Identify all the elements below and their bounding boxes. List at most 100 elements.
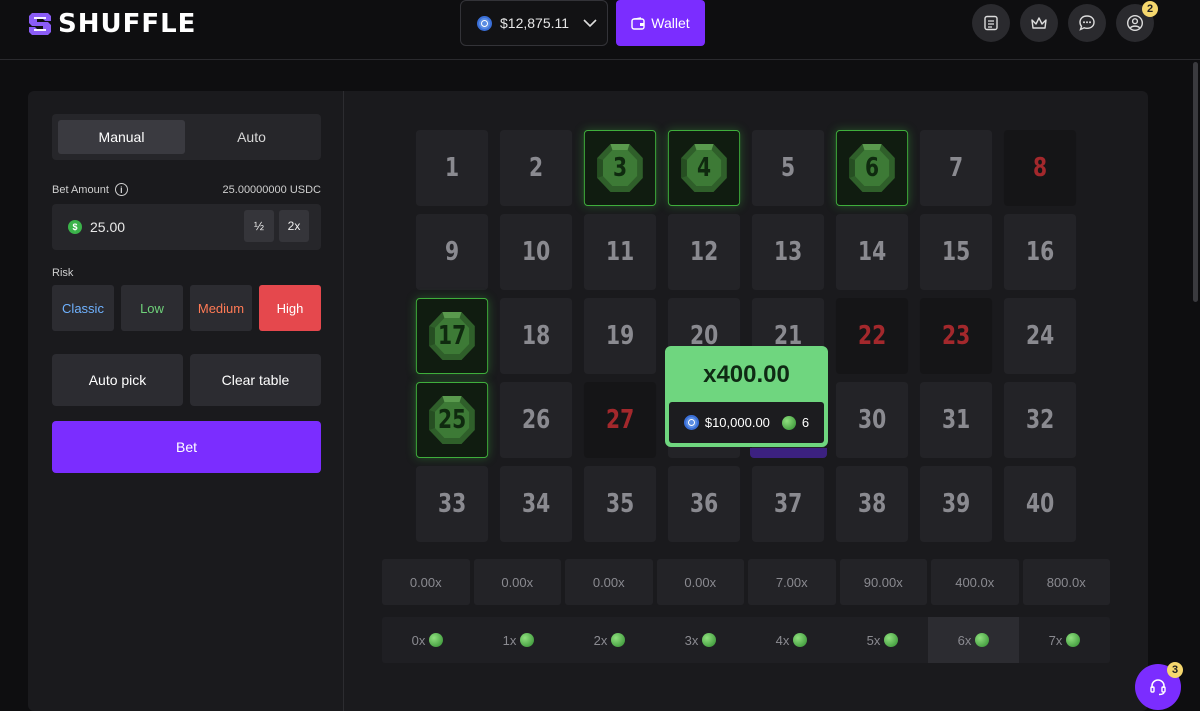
keno-tile[interactable]: 15 — [919, 214, 993, 290]
keno-tile[interactable]: 27 — [583, 382, 657, 458]
keno-tile[interactable]: 38 — [835, 466, 909, 542]
payout-cell: 800.0x — [1022, 559, 1110, 605]
auto-pick-button[interactable]: Auto pick — [52, 354, 183, 406]
user-icon — [1126, 14, 1144, 32]
tile-number: 16 — [1025, 237, 1055, 267]
clear-table-button[interactable]: Clear table — [190, 354, 321, 406]
gem-icon — [702, 633, 717, 647]
tile-number: 33 — [437, 489, 467, 519]
keno-tile[interactable]: 39 — [919, 466, 993, 542]
risk-low-button[interactable]: Low — [121, 285, 183, 331]
gem-icon — [975, 633, 990, 647]
payout-cell: 400.0x — [931, 559, 1019, 605]
keno-tile[interactable]: 2 — [499, 130, 573, 206]
tile-number: 38 — [857, 489, 887, 519]
keno-tile[interactable]: 37 — [751, 466, 825, 542]
gem-icon — [429, 633, 444, 647]
hits-cell: 2x — [564, 617, 655, 663]
keno-tile[interactable]: 25 — [415, 382, 489, 458]
half-bet-button[interactable]: ½ — [244, 210, 274, 242]
keno-tile[interactable]: 9 — [415, 214, 489, 290]
keno-tile[interactable]: 22 — [835, 298, 909, 374]
gem-icon — [520, 633, 535, 647]
risk-high-button[interactable]: High — [259, 285, 321, 331]
risk-classic-button[interactable]: Classic — [52, 285, 114, 331]
bet-slip-button[interactable] — [972, 4, 1010, 42]
keno-game-panel: Manual Auto Bet Amount i 25.00000000 USD… — [28, 91, 1148, 711]
tile-number: 17 — [437, 321, 467, 351]
wallet-icon — [631, 16, 645, 30]
keno-tile[interactable]: 26 — [499, 382, 573, 458]
hits-table: 0x 1x 2x 3x 4x 5x 6x 7x — [382, 617, 1110, 663]
keno-tile[interactable]: 36 — [667, 466, 741, 542]
keno-tile[interactable]: 35 — [583, 466, 657, 542]
tile-number: 19 — [605, 321, 635, 351]
hits-cell: 3x — [655, 617, 746, 663]
bet-amount-input[interactable]: $ 25.00 ½ 2x — [52, 204, 321, 250]
tile-number: 26 — [521, 405, 551, 435]
vip-button[interactable] — [1020, 4, 1058, 42]
keno-tile[interactable]: 5 — [751, 130, 825, 206]
gem-icon — [1066, 633, 1081, 647]
keno-tile[interactable]: 14 — [835, 214, 909, 290]
keno-tile[interactable]: 23 — [919, 298, 993, 374]
chevron-down-icon — [583, 18, 597, 27]
document-icon — [984, 15, 998, 31]
gem-icon — [781, 415, 796, 430]
usdc-icon — [683, 415, 699, 430]
keno-tile[interactable]: 16 — [1003, 214, 1077, 290]
keno-tile[interactable]: 34 — [499, 466, 573, 542]
keno-tile[interactable]: 13 — [751, 214, 825, 290]
hits-label: 3x — [684, 632, 699, 648]
keno-tile[interactable]: 32 — [1003, 382, 1077, 458]
keno-tile[interactable]: 10 — [499, 214, 573, 290]
tile-number: 7 — [948, 153, 964, 183]
tile-number: 3 — [612, 153, 628, 183]
keno-tile[interactable]: 1 — [415, 130, 489, 206]
bet-amount-value: 25.00 — [90, 219, 126, 235]
tile-number: 34 — [521, 489, 551, 519]
win-gem-count: 6 — [801, 415, 810, 430]
keno-tile[interactable]: 17 — [415, 298, 489, 374]
keno-tile[interactable]: 24 — [1003, 298, 1077, 374]
bet-button[interactable]: Bet — [52, 421, 321, 473]
keno-tile[interactable]: 33 — [415, 466, 489, 542]
profile-button[interactable]: 2 — [1116, 1, 1158, 42]
wallet-button[interactable]: Wallet — [616, 0, 705, 46]
keno-tile[interactable]: 11 — [583, 214, 657, 290]
logo[interactable]: SHUFFLE — [28, 9, 197, 39]
keno-tile[interactable]: 3 — [583, 130, 657, 206]
balance-selector[interactable]: $12,875.11 — [460, 0, 608, 46]
tab-manual[interactable]: Manual — [58, 120, 185, 154]
keno-tile[interactable]: 19 — [583, 298, 657, 374]
support-button[interactable]: 3 — [1135, 662, 1183, 710]
keno-tile[interactable]: 30 — [835, 382, 909, 458]
tile-number: 32 — [1025, 405, 1055, 435]
chat-bubble-icon — [1079, 15, 1095, 31]
bet-amount-header: Bet Amount i 25.00000000 USDC — [52, 183, 321, 196]
usdc-icon — [477, 15, 492, 31]
keno-tile[interactable]: 12 — [667, 214, 741, 290]
tile-number: 36 — [689, 489, 719, 519]
keno-tile[interactable]: 31 — [919, 382, 993, 458]
keno-tile[interactable]: 6 — [835, 130, 909, 206]
crown-icon — [1031, 17, 1047, 29]
keno-tile[interactable]: 8 — [1003, 130, 1077, 206]
risk-medium-button[interactable]: Medium — [190, 285, 252, 331]
hits-label: 5x — [866, 632, 881, 648]
win-payout: $10,000.00 — [704, 415, 770, 430]
double-bet-button[interactable]: 2x — [279, 210, 309, 242]
keno-tile[interactable]: 40 — [1003, 466, 1077, 542]
bet-amount-usdc: 25.00000000 USDC — [222, 183, 321, 196]
chat-button[interactable] — [1068, 4, 1106, 42]
logo-text: SHUFFLE — [58, 9, 197, 39]
tile-number: 8 — [1032, 153, 1048, 183]
keno-tile[interactable]: 4 — [667, 130, 741, 206]
win-multiplier: x400.00 — [703, 361, 790, 388]
info-icon[interactable]: i — [114, 183, 128, 196]
keno-tile[interactable]: 7 — [919, 130, 993, 206]
tab-auto[interactable]: Auto — [188, 120, 315, 154]
keno-tile[interactable]: 18 — [499, 298, 573, 374]
dollar-coin-icon: $ — [68, 220, 82, 234]
page-scrollbar[interactable] — [1193, 62, 1198, 302]
